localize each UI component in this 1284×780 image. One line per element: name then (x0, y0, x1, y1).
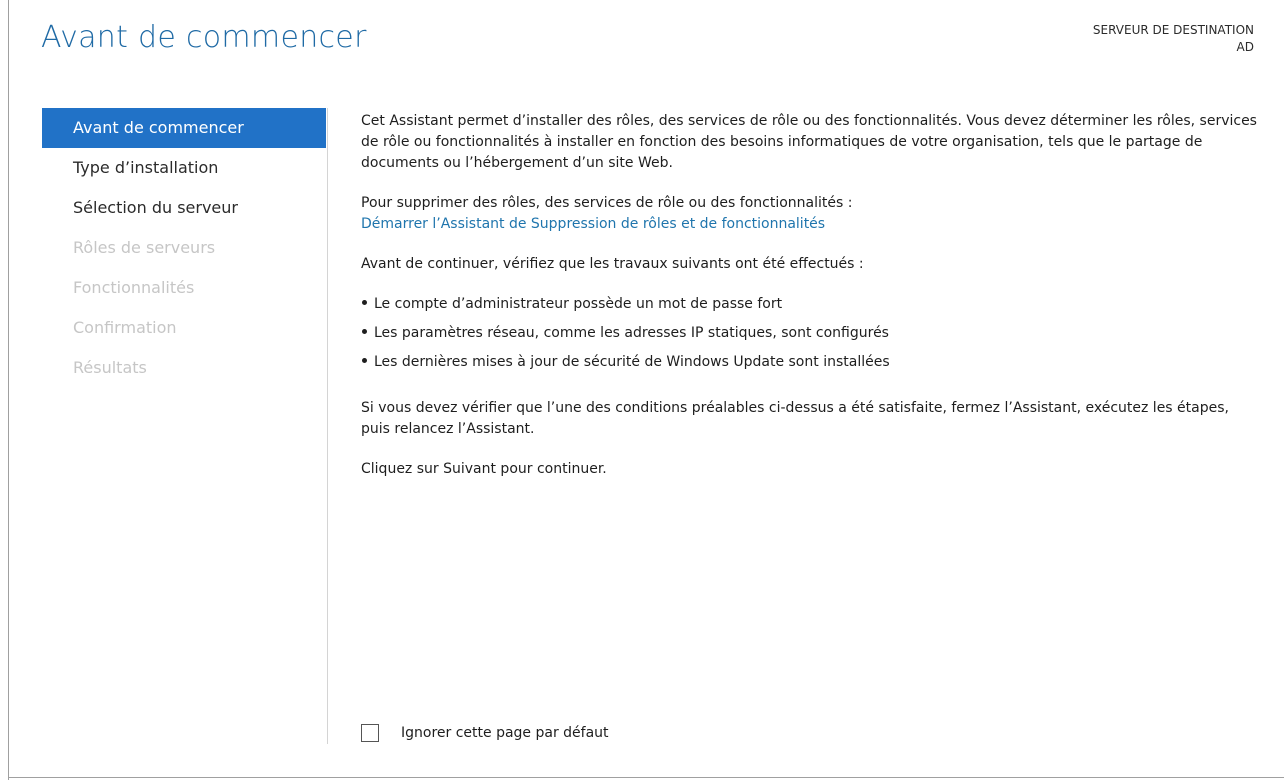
bullet-icon (362, 300, 367, 305)
next-instruction-text: Cliquez sur Suivant pour continuer. (361, 461, 607, 477)
window-bottom-border (8, 777, 1284, 778)
skip-page-option[interactable]: Ignorer cette page par défaut (361, 722, 609, 744)
nav-step-avant-de-commencer[interactable]: Avant de commencer (42, 108, 326, 148)
list-item: Les dernières mises à jour de sécurité d… (361, 348, 1261, 377)
bullet-icon (362, 358, 367, 363)
nav-step-roles-serveurs: Rôles de serveurs (73, 238, 216, 257)
nav-step-type-installation[interactable]: Type d’installation (42, 148, 326, 188)
bullet-icon (362, 329, 367, 334)
list-item: Le compte d’administrateur possède un mo… (361, 290, 1261, 319)
nav-step-resultats: Résultats (73, 358, 147, 377)
destination-server-name: AD (1236, 40, 1254, 54)
skip-page-checkbox[interactable] (361, 724, 379, 742)
list-item: Les paramètres réseau, comme les adresse… (361, 319, 1261, 348)
skip-page-label[interactable]: Ignorer cette page par défaut (401, 725, 609, 741)
intro-text: Cet Assistant permet d’installer des rôl… (361, 113, 1257, 171)
wizard-steps-nav: Avant de commencer Type d’installation S… (42, 108, 326, 388)
window-left-border (8, 0, 9, 780)
destination-server-label: SERVEUR DE DESTINATION (1092, 23, 1254, 37)
nav-step-selection-serveur[interactable]: Sélection du serveur (42, 188, 326, 228)
page-title: Avant de commencer (41, 20, 367, 55)
nav-step-confirmation: Confirmation (73, 318, 177, 337)
remove-roles-wizard-link[interactable]: Démarrer l’Assistant de Suppression de r… (361, 214, 1261, 235)
verify-conditions-text: Si vous devez vérifier que l’une des con… (361, 400, 1229, 437)
list-item-text: Le compte d’administrateur possède un mo… (374, 296, 783, 312)
nav-step-fonctionnalites: Fonctionnalités (73, 278, 195, 297)
nav-content-divider (327, 108, 328, 744)
prerequisites-text: Avant de continuer, vérifiez que les tra… (361, 256, 864, 272)
list-item-text: Les dernières mises à jour de sécurité d… (374, 354, 890, 370)
remove-roles-text: Pour supprimer des rôles, des services d… (361, 195, 853, 211)
destination-server-info: SERVEUR DE DESTINATION AD (1093, 22, 1254, 56)
list-item-text: Les paramètres réseau, comme les adresse… (374, 325, 889, 341)
prerequisites-list: Le compte d’administrateur possède un mo… (361, 290, 1261, 377)
main-content: Cet Assistant permet d’installer des rôl… (361, 111, 1261, 480)
